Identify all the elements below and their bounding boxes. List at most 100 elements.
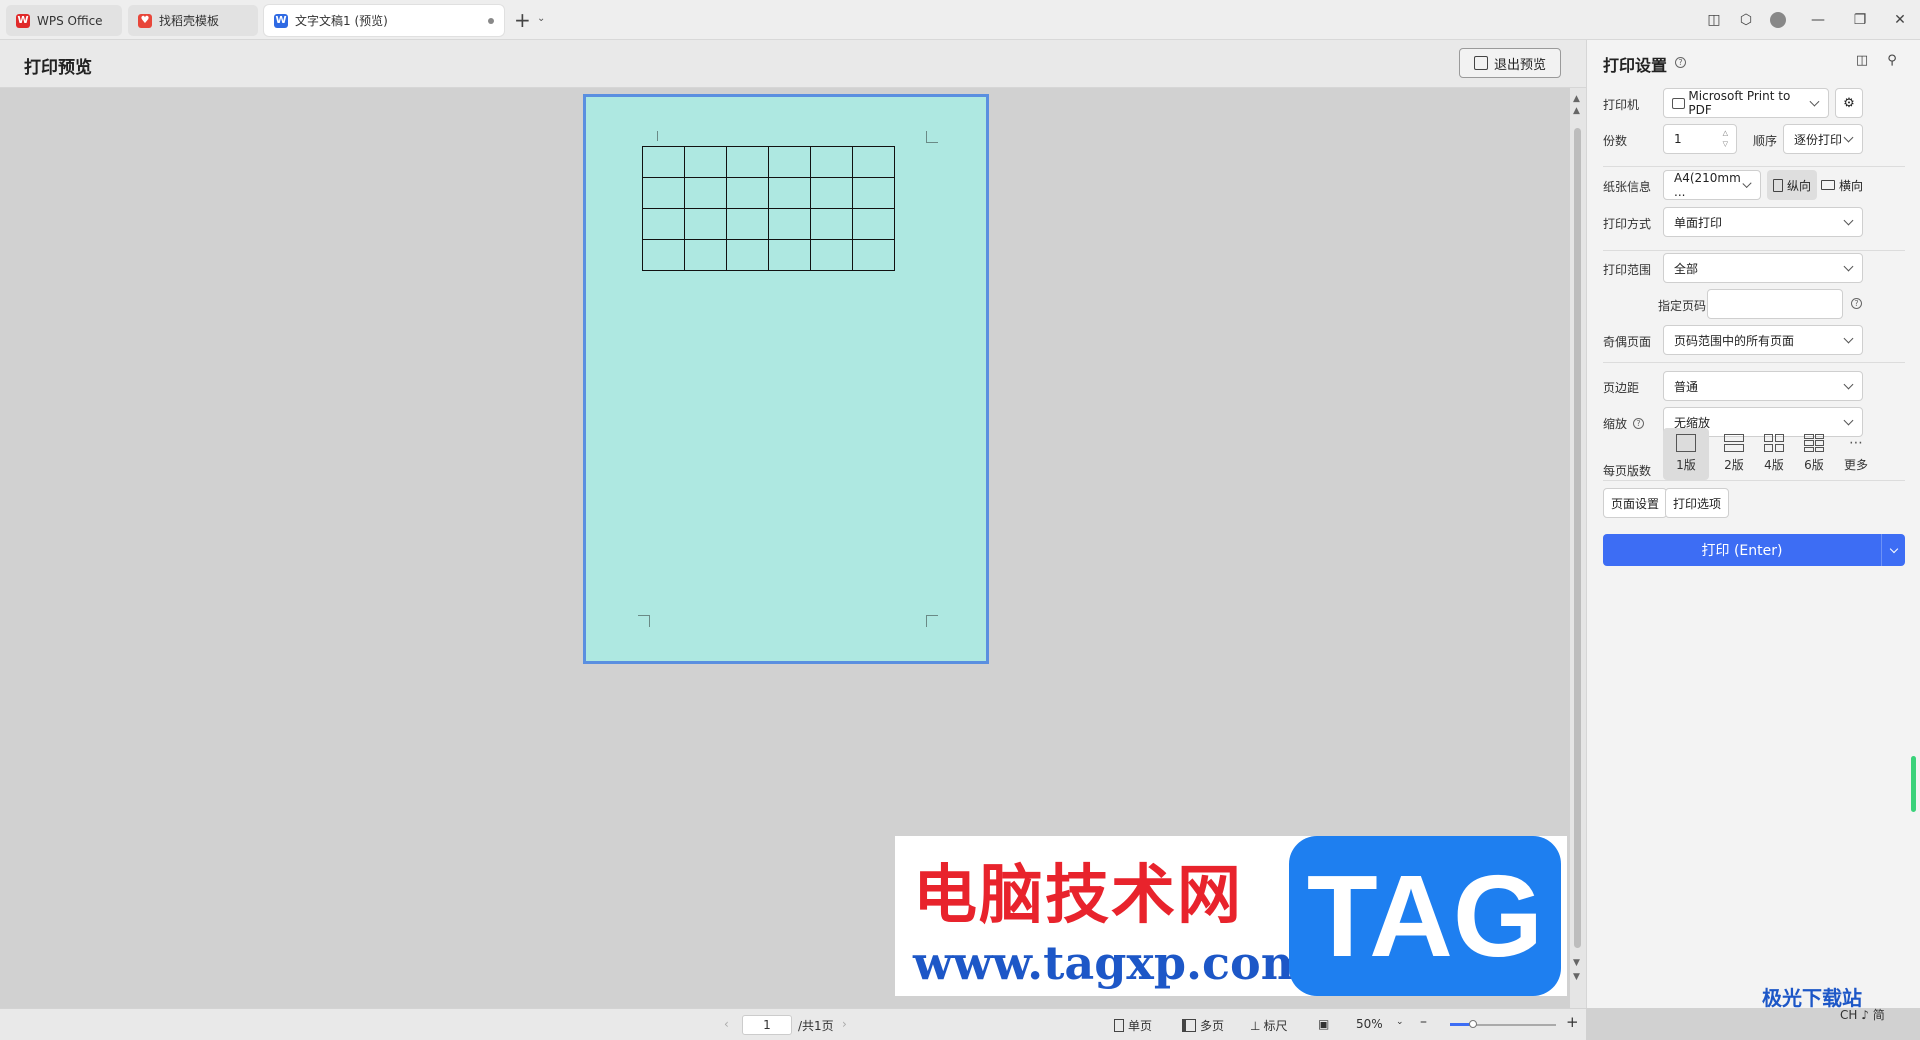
odd-even-select[interactable]: 页码范围中的所有页面: [1663, 325, 1863, 355]
divider: [1603, 250, 1905, 251]
layout-label: 6版: [1804, 458, 1824, 472]
table-row: [642, 239, 895, 271]
divider: [1603, 166, 1905, 167]
layout-6-per-page[interactable]: 6版: [1791, 428, 1837, 480]
ruler-button[interactable]: ⊥ 标尺: [1250, 1017, 1287, 1034]
close-icon[interactable]: ✕: [1888, 8, 1912, 32]
paper-size-select[interactable]: A4(210mm ...: [1663, 170, 1761, 200]
print-options-label: 打印选项: [1673, 496, 1722, 511]
help-icon[interactable]: ?: [1851, 298, 1862, 309]
zoom-level[interactable]: 50%: [1356, 1017, 1383, 1031]
printer-settings-gear-icon[interactable]: ⚙: [1835, 88, 1863, 118]
chevron-down-icon: [1843, 261, 1854, 271]
pin-icon[interactable]: ⚲: [1883, 53, 1901, 71]
landscape-button[interactable]: 横向: [1815, 170, 1869, 200]
next-page-icon[interactable]: ›: [842, 1017, 847, 1031]
exit-preview-label: 退出预览: [1493, 57, 1546, 73]
exit-preview-button[interactable]: 退出预览: [1459, 48, 1561, 78]
zoom-in-icon[interactable]: +: [1566, 1013, 1579, 1031]
stepper-arrows-icon[interactable]: △ ▽: [1723, 128, 1728, 150]
table-cell: [726, 208, 769, 240]
table-cell: [726, 239, 769, 271]
vertical-scrollbar[interactable]: ▲ ▲ ▼ ▼: [1570, 88, 1586, 1008]
prev-page-icon[interactable]: ‹: [724, 1017, 729, 1031]
restore-icon[interactable]: ❐: [1848, 8, 1872, 32]
ruler-label: 标尺: [1263, 1019, 1288, 1033]
print-options-button[interactable]: 打印选项: [1665, 488, 1730, 518]
printer-value: Microsoft Print to PDF: [1688, 89, 1791, 117]
order-select[interactable]: 逐份打印: [1783, 124, 1863, 154]
wps-logo-icon: W: [16, 13, 30, 28]
four-pages-icon: [1764, 434, 1784, 452]
crop-mark: [926, 615, 938, 627]
print-mode-value: 单面打印: [1674, 215, 1723, 230]
chevron-down-icon: [1843, 132, 1854, 142]
watermark-url-text: www.tagxp.com: [913, 936, 1310, 990]
printer-icon: [1672, 97, 1686, 109]
copies-stepper[interactable]: 1 △ ▽: [1663, 124, 1737, 154]
scrollbar-thumb[interactable]: [1574, 128, 1581, 948]
page-setup-button[interactable]: 页面设置: [1603, 488, 1668, 518]
single-page-button[interactable]: 单页: [1114, 1017, 1152, 1034]
multi-page-button[interactable]: 多页: [1182, 1017, 1224, 1034]
divider: [1603, 480, 1905, 481]
table-cell: [810, 146, 853, 178]
layout-more[interactable]: ⋯ 更多: [1833, 428, 1879, 480]
print-dropdown-button[interactable]: [1881, 534, 1905, 566]
chevron-down-icon: [1889, 544, 1898, 553]
page-number-input[interactable]: 1: [742, 1015, 792, 1035]
scroll-up-icon[interactable]: ▲: [1573, 94, 1580, 104]
crop-mark: [638, 615, 650, 627]
panel-title: 打印设置: [1603, 56, 1668, 75]
table-cell: [726, 177, 769, 209]
ruler-icon: ⊥: [1250, 1018, 1261, 1033]
table-row: [642, 208, 895, 240]
zoom-dropdown-icon[interactable]: ⌄: [1396, 1017, 1404, 1027]
table-cell: [684, 146, 727, 178]
printer-select[interactable]: Microsoft Print to PDF: [1663, 88, 1829, 118]
multi-page-icon: [1182, 1019, 1196, 1032]
fit-page-icon[interactable]: ▣: [1318, 1017, 1329, 1031]
daoke-icon: ♥: [138, 13, 152, 28]
tab-wps-office[interactable]: W WPS Office: [6, 5, 122, 36]
margin-label: 页边距: [1603, 381, 1640, 395]
help-icon[interactable]: ?: [1633, 418, 1644, 429]
minimize-icon[interactable]: —: [1806, 8, 1830, 32]
print-range-select[interactable]: 全部: [1663, 253, 1863, 283]
unsaved-dot-icon: [488, 17, 494, 24]
chevron-down-icon: [1843, 333, 1854, 343]
scroll-down-icon[interactable]: ▼: [1573, 972, 1580, 982]
landscape-page-icon: [1821, 180, 1835, 190]
tab-document-preview[interactable]: W 文字文稿1 (预览): [264, 5, 504, 36]
layout-1-per-page[interactable]: 1版: [1663, 428, 1709, 480]
page-numbers-input[interactable]: [1707, 289, 1843, 319]
layout-toggle-icon[interactable]: ◫: [1702, 8, 1726, 32]
odd-even-label: 奇偶页面: [1603, 335, 1652, 349]
help-icon[interactable]: ?: [1675, 57, 1686, 68]
chevron-down-icon[interactable]: ⌄: [537, 13, 545, 24]
table-cell: [726, 146, 769, 178]
table-cell: [810, 177, 853, 209]
scroll-up-icon[interactable]: ▲: [1573, 106, 1580, 116]
zoom-out-icon[interactable]: –: [1420, 1014, 1427, 1030]
new-tab-plus-icon[interactable]: +: [514, 8, 531, 32]
layout-label: 1版: [1676, 458, 1696, 472]
chevron-down-icon: [1843, 415, 1854, 425]
avatar[interactable]: [1766, 8, 1790, 32]
page-total: /共1页: [798, 1019, 834, 1033]
landscape-label: 横向: [1839, 178, 1864, 193]
zoom-slider-knob[interactable]: [1469, 1020, 1478, 1028]
scale-label: 缩放: [1603, 417, 1628, 431]
print-mode-select[interactable]: 单面打印: [1663, 207, 1863, 237]
print-button[interactable]: 打印 (Enter): [1603, 534, 1905, 566]
panel-layout-icon[interactable]: ◫: [1853, 53, 1871, 71]
cube-icon[interactable]: ⬡: [1734, 8, 1758, 32]
tab-daoke-templates[interactable]: ♥ 找稻壳模板: [128, 5, 258, 36]
tab-label: WPS Office: [37, 13, 103, 28]
order-value: 逐份打印: [1794, 132, 1843, 147]
layout-label: 更多: [1843, 458, 1868, 472]
table-cell: [810, 239, 853, 271]
portrait-button[interactable]: 纵向: [1767, 170, 1818, 200]
margin-select[interactable]: 普通: [1663, 371, 1863, 401]
scroll-down-icon[interactable]: ▼: [1573, 958, 1580, 968]
